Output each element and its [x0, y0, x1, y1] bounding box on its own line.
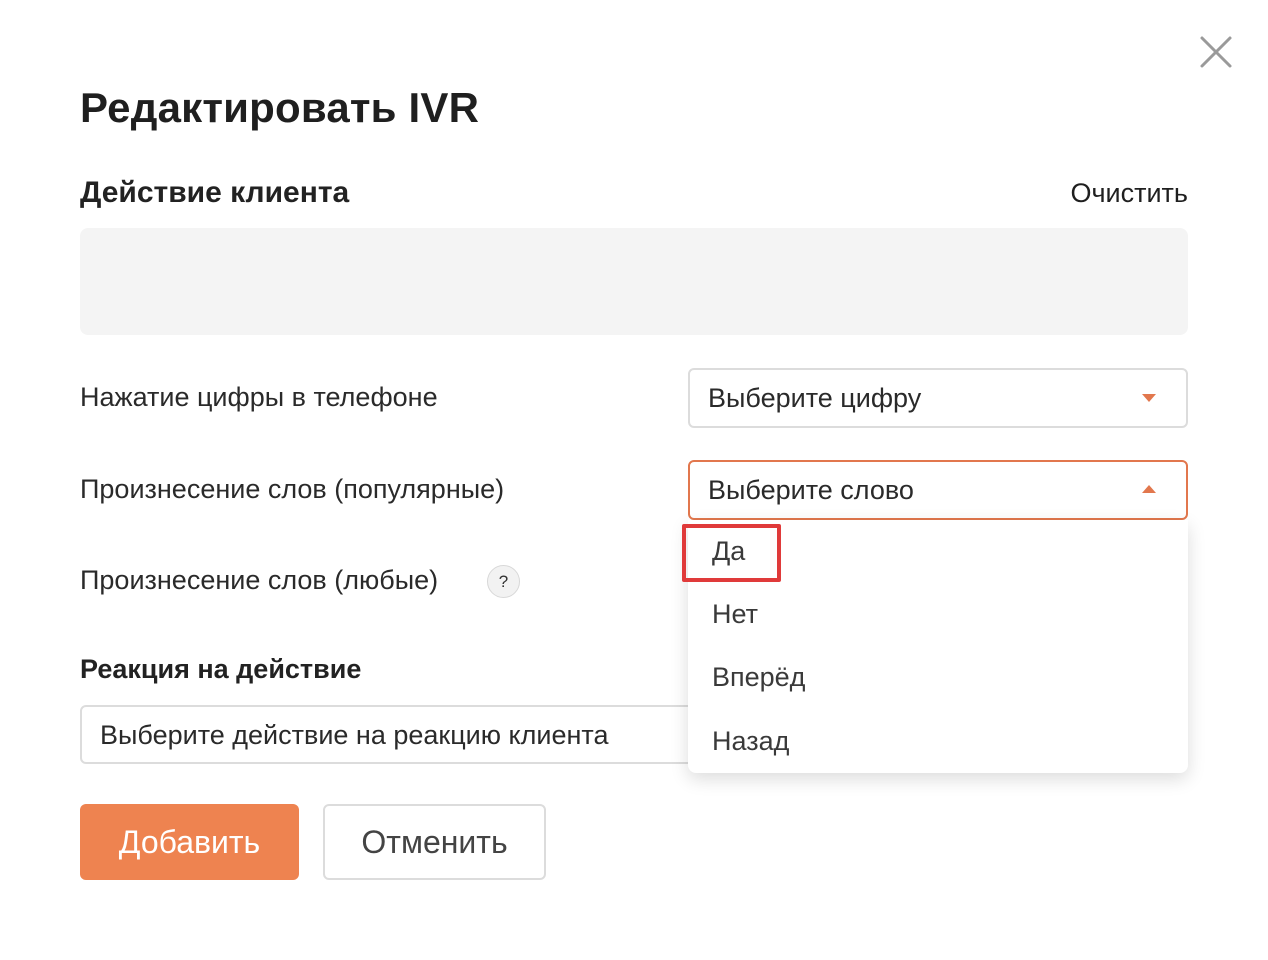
- help-icon[interactable]: ?: [487, 565, 520, 598]
- client-action-heading: Действие клиента: [80, 176, 350, 209]
- dropdown-option-back[interactable]: Назад: [712, 726, 789, 757]
- edit-ivr-dialog: Редактировать IVR Действие клиента Очист…: [0, 0, 1268, 960]
- popular-words-select-value: Выберите слово: [708, 475, 914, 505]
- chevron-up-icon: [1142, 485, 1156, 493]
- client-action-area[interactable]: [80, 228, 1188, 335]
- dialog-title: Редактировать IVR: [80, 84, 480, 131]
- popular-words-label: Произнесение слов (популярные): [80, 474, 505, 504]
- popular-words-select[interactable]: Выберите слово: [688, 460, 1188, 520]
- digit-select[interactable]: Выберите цифру: [688, 368, 1188, 428]
- dropdown-option-forward[interactable]: Вперёд: [712, 662, 805, 693]
- reaction-select[interactable]: Выберите действие на реакцию клиента: [80, 705, 700, 764]
- reaction-select-value: Выберите действие на реакцию клиента: [100, 720, 609, 750]
- add-button[interactable]: Добавить: [80, 804, 299, 880]
- dropdown-option-yes[interactable]: Да: [712, 536, 745, 567]
- digit-press-label: Нажатие цифры в телефоне: [80, 382, 438, 412]
- popular-words-dropdown: Да Нет Вперёд Назад: [688, 520, 1188, 773]
- reaction-heading: Реакция на действие: [80, 654, 362, 684]
- clear-link[interactable]: Очистить: [1070, 178, 1188, 209]
- cancel-button[interactable]: Отменить: [323, 804, 546, 880]
- close-icon[interactable]: [1196, 32, 1236, 72]
- digit-select-value: Выберите цифру: [708, 383, 922, 413]
- chevron-down-icon: [1142, 394, 1156, 402]
- dropdown-option-no[interactable]: Нет: [712, 599, 758, 630]
- any-words-label: Произнесение слов (любые): [80, 565, 439, 595]
